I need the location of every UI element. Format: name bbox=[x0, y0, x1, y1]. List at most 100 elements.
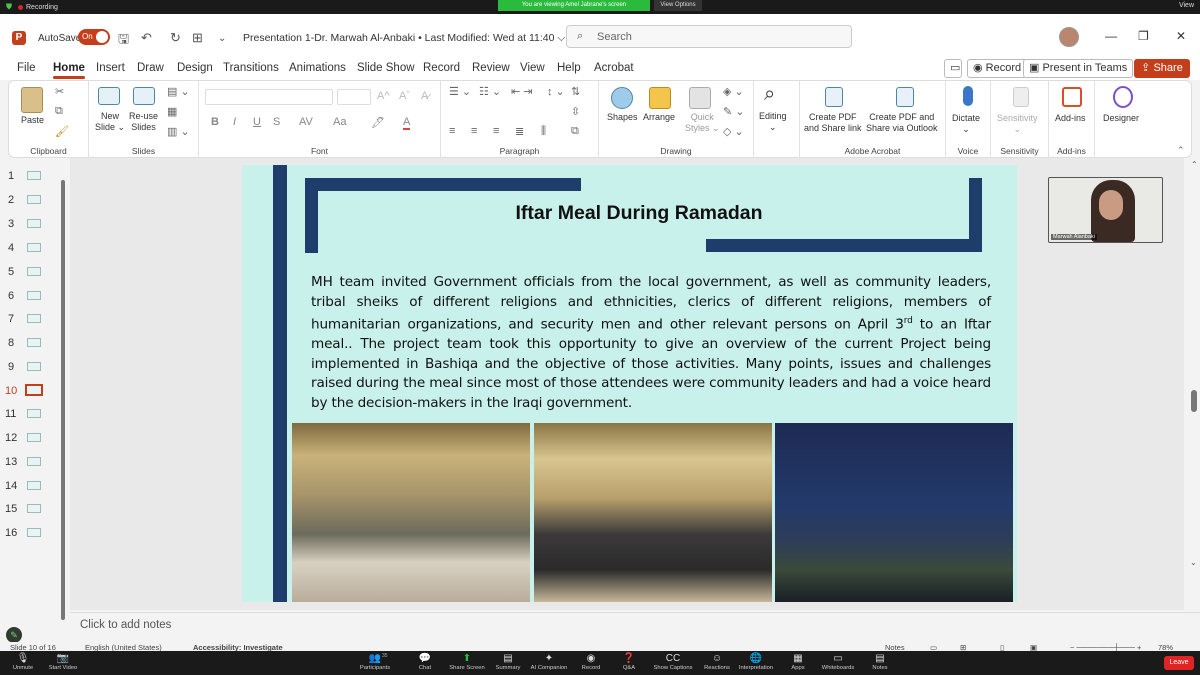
share-screen-button[interactable]: ⬆ Share Screen bbox=[444, 653, 490, 671]
new-slide-icon[interactable] bbox=[98, 87, 120, 105]
align-left-icon[interactable]: ≡ bbox=[449, 125, 455, 137]
photo-outdoor-dinner[interactable] bbox=[775, 423, 1013, 602]
slide[interactable]: Iftar Meal During Ramadan MH team invite… bbox=[242, 165, 1017, 602]
slide-scrollbar[interactable]: ⌃ ⌄ bbox=[1188, 158, 1200, 610]
slide-thumbnail[interactable] bbox=[27, 314, 41, 323]
align-right-icon[interactable]: ≡ bbox=[493, 125, 499, 137]
thumbnail-number[interactable]: 3 bbox=[8, 218, 14, 230]
microphone-icon[interactable] bbox=[963, 86, 973, 106]
strike-button[interactable]: S bbox=[273, 116, 280, 128]
photo-group-standing[interactable] bbox=[534, 423, 772, 602]
smartart-icon[interactable]: ⧉ bbox=[571, 125, 579, 138]
close-icon[interactable]: ✕ bbox=[1176, 29, 1186, 43]
slide-thumbnail[interactable] bbox=[27, 528, 41, 537]
share-button[interactable]: ⇪ Share bbox=[1134, 59, 1190, 78]
quick-styles-icon[interactable] bbox=[689, 87, 711, 109]
editing-search-icon[interactable]: ⌕ bbox=[764, 83, 775, 106]
captions-button[interactable]: CC Show Captions bbox=[650, 653, 696, 671]
slide-thumbnail[interactable] bbox=[27, 171, 41, 180]
increase-font-icon[interactable]: A^ bbox=[377, 90, 390, 102]
font-name-box[interactable] bbox=[205, 89, 333, 105]
thumbnail-number[interactable]: 4 bbox=[8, 242, 14, 254]
present-from-start-icon[interactable]: ⊞ bbox=[192, 30, 203, 46]
arrange-icon[interactable] bbox=[649, 87, 671, 109]
slide-thumbnail[interactable] bbox=[27, 409, 41, 418]
undo-icon[interactable]: ↶ bbox=[141, 30, 152, 46]
addins-button[interactable]: Add-ins bbox=[1055, 113, 1086, 124]
shapes-button[interactable]: Shapes bbox=[607, 112, 638, 123]
chat-button[interactable]: 💬 Chat bbox=[402, 653, 448, 671]
tab-help[interactable]: Help bbox=[557, 62, 581, 74]
align-center-icon[interactable]: ≡ bbox=[471, 125, 477, 137]
tab-insert[interactable]: Insert bbox=[96, 62, 125, 74]
align-text-icon[interactable]: ⇳ bbox=[571, 105, 580, 118]
search-box[interactable]: ⌕ Search bbox=[566, 25, 852, 48]
photo-hall-meeting[interactable] bbox=[292, 423, 530, 602]
line-spacing-icon[interactable]: ↕ ⌄ bbox=[547, 85, 565, 98]
slide-title[interactable]: Iftar Meal During Ramadan bbox=[442, 202, 836, 225]
slide-thumbnail[interactable] bbox=[27, 243, 41, 252]
tab-animations[interactable]: Animations bbox=[289, 62, 346, 74]
minimize-icon[interactable]: — bbox=[1105, 29, 1117, 43]
summary-button[interactable]: ▤ Summary bbox=[485, 653, 531, 671]
indent-icon[interactable]: ⇤ ⇥ bbox=[511, 85, 533, 98]
thumbnail-number[interactable]: 7 bbox=[8, 313, 14, 325]
cut-icon[interactable]: ✂ bbox=[55, 85, 64, 98]
slide-thumbnail[interactable] bbox=[27, 219, 41, 228]
qa-button[interactable]: ❓ Q&A bbox=[606, 653, 652, 671]
designer-icon[interactable] bbox=[1113, 86, 1133, 108]
shape-effects-icon[interactable]: ◇ ⌄ bbox=[723, 125, 744, 138]
tab-record[interactable]: Record bbox=[423, 62, 460, 74]
addins-icon[interactable] bbox=[1062, 87, 1082, 107]
bullets-icon[interactable]: ☰ ⌄ bbox=[449, 85, 471, 98]
reset-icon[interactable]: ▦ bbox=[167, 105, 177, 118]
create-pdf-share-icon[interactable] bbox=[825, 87, 843, 107]
font-color-button[interactable]: A bbox=[403, 116, 411, 130]
tab-view[interactable]: View bbox=[520, 62, 545, 74]
slide-thumbnail[interactable] bbox=[27, 267, 41, 276]
slide-thumbnail[interactable] bbox=[27, 362, 41, 371]
slide-thumbnail[interactable] bbox=[27, 481, 41, 490]
interpretation-button[interactable]: 🌐 Interpretation bbox=[733, 653, 779, 671]
paste-button[interactable]: Paste bbox=[21, 115, 44, 126]
thumbnail-number[interactable]: 5 bbox=[8, 266, 14, 278]
thumbnail-number[interactable]: 13 bbox=[5, 456, 17, 468]
tab-design[interactable]: Design bbox=[177, 62, 213, 74]
sensitivity-icon[interactable] bbox=[1013, 87, 1029, 107]
shapes-icon[interactable] bbox=[611, 87, 633, 109]
shape-outline-icon[interactable]: ✎ ⌄ bbox=[723, 105, 745, 118]
ai-companion-button[interactable]: ✦ AI Companion bbox=[526, 653, 572, 671]
whiteboards-button[interactable]: ▭ Whiteboards bbox=[815, 653, 861, 671]
sensitivity-button[interactable]: Sensitivity ⌄ bbox=[997, 113, 1038, 135]
tab-acrobat[interactable]: Acrobat bbox=[594, 62, 634, 74]
columns-icon[interactable]: ⫼ bbox=[541, 125, 546, 138]
slide-thumbnail[interactable] bbox=[27, 457, 41, 466]
record-button[interactable]: ◉ Record bbox=[967, 59, 1028, 78]
thumbnail-number[interactable]: 9 bbox=[8, 361, 14, 373]
avatar[interactable] bbox=[1059, 27, 1079, 47]
editing-button[interactable]: Editing ⌄ bbox=[759, 111, 787, 133]
thumbnail-number[interactable]: 12 bbox=[5, 432, 17, 444]
tab-review[interactable]: Review bbox=[472, 62, 510, 74]
thumbnail-number[interactable]: 1 bbox=[8, 170, 14, 182]
quick-styles-button[interactable]: Quick Styles ⌄ bbox=[685, 112, 720, 134]
create-pdf-share-button[interactable]: Create PDF and Share link bbox=[804, 112, 862, 134]
text-direction-icon[interactable]: ⇅ bbox=[571, 85, 580, 98]
reuse-slides-button[interactable]: Re-use Slides bbox=[129, 111, 158, 133]
slide-thumbnail[interactable] bbox=[27, 291, 41, 300]
redo-icon[interactable]: ↻ bbox=[170, 30, 181, 46]
reuse-slides-icon[interactable] bbox=[133, 87, 155, 105]
shape-fill-icon[interactable]: ◈ ⌄ bbox=[723, 85, 744, 98]
italic-button[interactable]: I bbox=[233, 116, 236, 128]
participants-button[interactable]: 👥 Participants 35 bbox=[352, 653, 398, 671]
autosave-toggle[interactable]: On bbox=[78, 29, 110, 45]
slide-body-text[interactable]: MH team invited Government officials fro… bbox=[311, 273, 991, 413]
thumbnail-number[interactable]: 11 bbox=[5, 408, 16, 420]
thumbnail-number[interactable]: 6 bbox=[8, 290, 14, 302]
view-button[interactable]: View bbox=[1179, 2, 1194, 9]
copy-icon[interactable]: ⧉ bbox=[55, 105, 63, 118]
thumbnail-number[interactable]: 10 bbox=[5, 385, 17, 397]
font-size-box[interactable] bbox=[337, 89, 371, 105]
thumbnail-number[interactable]: 15 bbox=[5, 503, 17, 515]
tab-slide-show[interactable]: Slide Show bbox=[357, 62, 415, 74]
